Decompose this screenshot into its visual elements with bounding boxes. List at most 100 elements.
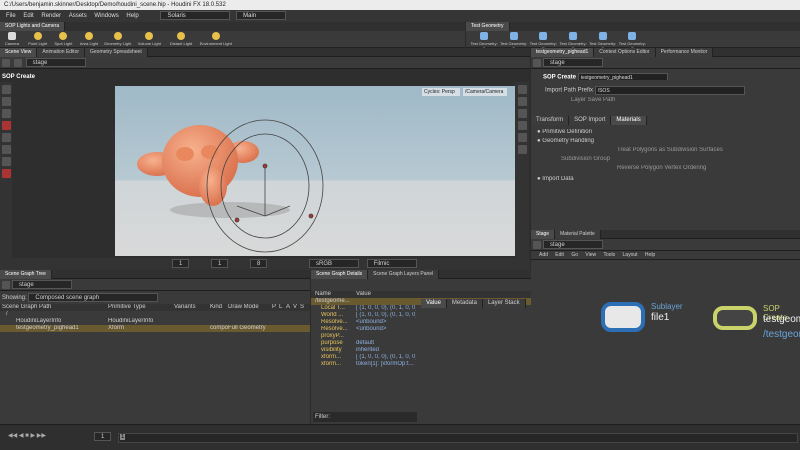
colorspace-dropdown[interactable]: sRGB: [309, 258, 360, 268]
path-stage[interactable]: stage: [12, 279, 72, 289]
light-icon[interactable]: [1, 169, 11, 178]
exposure-field[interactable]: 1: [211, 258, 229, 268]
details-row[interactable]: purpose default: [311, 340, 419, 347]
menu-edit[interactable]: Edit: [23, 13, 33, 19]
viewport[interactable]: [115, 86, 515, 256]
menu-view[interactable]: View: [585, 252, 596, 258]
subtab-sop-import[interactable]: SOP Import: [569, 116, 612, 125]
details-row[interactable]: visibility inherited: [311, 347, 419, 354]
spot-light-tool[interactable]: Spot Light: [51, 31, 75, 46]
geometry-handling-folder[interactable]: Geometry Handling: [542, 138, 594, 144]
col-name[interactable]: Name: [311, 291, 356, 298]
tree-row[interactable]: HoudiniLayerInfo HoudiniLayerInfo: [0, 318, 310, 325]
menu-help[interactable]: Help: [645, 252, 655, 258]
display-icon[interactable]: [517, 85, 527, 94]
menu-render[interactable]: Render: [41, 13, 61, 19]
subdivision-option[interactable]: Treat Polygons as Subdivision Surfaces: [531, 147, 800, 154]
tab-material-palette[interactable]: Material Palette: [555, 230, 601, 239]
shading-icon[interactable]: [517, 97, 527, 106]
col-type[interactable]: Primitive Type: [108, 304, 174, 311]
gamma-field[interactable]: 1: [172, 258, 190, 268]
snap-icon[interactable]: [1, 157, 11, 166]
tree-row[interactable]: /: [0, 311, 310, 318]
current-frame-marker[interactable]: 1: [120, 434, 126, 440]
back-icon[interactable]: [2, 281, 10, 289]
tab-scene-graph-details[interactable]: Scene Graph Details: [311, 270, 369, 279]
shelf-tab-lights[interactable]: SOP Lights and Camera: [0, 22, 66, 31]
grid-icon[interactable]: [517, 109, 527, 118]
path-stage[interactable]: stage: [25, 57, 86, 67]
look-dropdown[interactable]: Filmic: [366, 258, 417, 268]
col-v[interactable]: V: [293, 304, 300, 311]
import-path-field[interactable]: [594, 86, 745, 95]
subtab-materials[interactable]: Materials: [611, 116, 647, 125]
geometry-light-tool[interactable]: Geometry Light: [103, 31, 133, 46]
col-p[interactable]: P: [272, 304, 279, 311]
details-row[interactable]: xform... token[1]: [xformOp:t...: [311, 361, 419, 368]
details-row[interactable]: xform... [ (1, 0, 0, 0), (0, 1, 0, 0), (: [311, 354, 419, 361]
distant-light-tool[interactable]: Distant Light: [166, 31, 196, 46]
sublayer-node[interactable]: [601, 302, 645, 332]
environment-light-tool[interactable]: Environment Light: [198, 31, 234, 46]
menu-tools[interactable]: Tools: [603, 252, 615, 258]
menu-layout[interactable]: Layout: [623, 252, 638, 258]
area-light-tool[interactable]: Area Light: [77, 31, 101, 46]
light-icon[interactable]: [517, 133, 527, 142]
path-stage[interactable]: stage: [543, 239, 603, 249]
back-icon[interactable]: [2, 59, 10, 67]
desktop-dropdown[interactable]: Solaris: [160, 10, 231, 20]
col-variants[interactable]: Variants: [174, 304, 210, 311]
camera-dropdown[interactable]: /Camera/Camera: [463, 88, 507, 96]
view-icon[interactable]: [1, 145, 11, 154]
details-row[interactable]: Resolve... <unbound>: [311, 326, 419, 333]
details-row[interactable]: Local T... [ (1, 0, 0, 0), (0, 1, 0, 0), …: [311, 305, 419, 312]
volume-light-tool[interactable]: Volume Light: [134, 31, 164, 46]
forward-icon[interactable]: [14, 59, 22, 67]
tab-context-options[interactable]: Context Options Editor: [594, 48, 656, 57]
node-name-field[interactable]: [577, 73, 668, 80]
tab-layer-stack[interactable]: Layer Stack: [482, 299, 526, 308]
bit-depth-field[interactable]: 8: [250, 258, 268, 268]
camera-icon[interactable]: [517, 121, 527, 130]
menu-add[interactable]: Add: [539, 252, 548, 258]
tab-animation-editor[interactable]: Animation Editor: [37, 48, 86, 57]
tab-layers-panel[interactable]: Scene Graph Layers Panel: [368, 270, 440, 279]
subtab-transform[interactable]: Transform: [531, 116, 570, 125]
tab-stage[interactable]: Stage: [531, 230, 556, 239]
tree-row-selected[interactable]: testgeometry_pighead1 Xform compoFull Geom…: [0, 325, 310, 332]
col-path[interactable]: Scene Graph Path: [0, 304, 108, 311]
reverse-polygon-option[interactable]: Reverse Polygon Vertex Ordering: [531, 165, 800, 172]
tab-scene-view[interactable]: Scene View: [0, 48, 38, 57]
frame-field[interactable]: 1: [94, 432, 112, 441]
select-icon[interactable]: [1, 85, 11, 94]
details-row[interactable]: World ... [ (1, 0, 0, 0), (0, 1, 0, 0), (: [311, 312, 419, 319]
menu-file[interactable]: File: [6, 13, 16, 19]
point-light-tool[interactable]: Point Light: [26, 31, 50, 46]
menu-go[interactable]: Go: [571, 252, 578, 258]
tab-metadata[interactable]: Metadata: [446, 299, 483, 308]
back-icon[interactable]: [533, 241, 541, 249]
import-data-folder[interactable]: Import Data: [542, 176, 573, 182]
cycles-dropdown[interactable]: Cycles: Persp: [422, 88, 460, 96]
scale-icon[interactable]: [1, 121, 11, 130]
col-kind[interactable]: Kind: [210, 304, 228, 311]
col-value[interactable]: Value: [356, 291, 416, 298]
details-row[interactable]: Resolve... <unbound>: [311, 319, 419, 326]
showing-dropdown[interactable]: Composed scene graph: [28, 293, 159, 302]
menu-assets[interactable]: Assets: [69, 13, 87, 19]
rotate-icon[interactable]: [1, 109, 11, 118]
col-s[interactable]: S: [300, 304, 307, 311]
tab-scene-graph-tree[interactable]: Scene Graph Tree: [0, 270, 52, 279]
playback-controls[interactable]: ◀◀ ◀ ■ ▶ ▶▶: [8, 432, 46, 439]
render-icon[interactable]: [517, 145, 527, 154]
back-icon[interactable]: [533, 59, 541, 67]
tab-performance[interactable]: Performance Monitor: [655, 48, 714, 57]
tab-params[interactable]: testgeometry_pighead1: [531, 48, 595, 57]
context-dropdown[interactable]: Main: [236, 10, 287, 20]
primitive-definition-folder[interactable]: Primitive Definition: [542, 129, 592, 135]
filter-field[interactable]: Filter:: [313, 412, 417, 422]
details-row[interactable]: proxyP...: [311, 333, 419, 340]
tab-value[interactable]: Value: [421, 299, 447, 308]
camera-tool[interactable]: Camera: [0, 31, 24, 46]
shelf-tab-test-geometry[interactable]: Test Geometry: [466, 22, 510, 31]
